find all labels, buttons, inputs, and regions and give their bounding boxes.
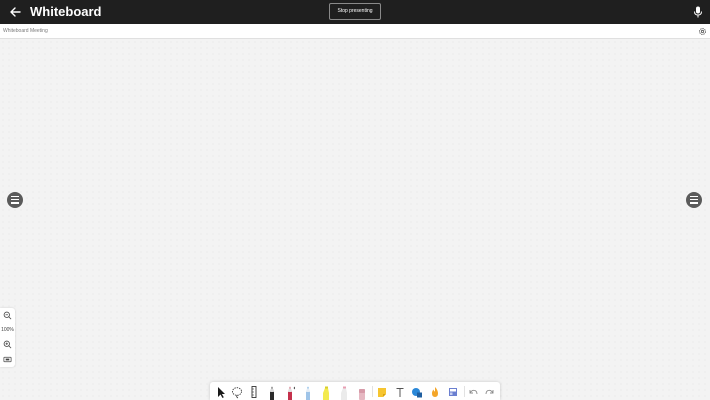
eraser-icon[interactable] bbox=[356, 385, 368, 400]
yellow-highlighter-icon[interactable] bbox=[320, 385, 332, 400]
toolbar-separator bbox=[372, 386, 373, 397]
select-tool-icon[interactable] bbox=[215, 385, 227, 400]
inking-toolbar bbox=[210, 382, 500, 400]
meeting-name: Whiteboard Meeting bbox=[3, 28, 48, 34]
reactions-icon[interactable] bbox=[429, 385, 441, 400]
whiteboard-canvas[interactable] bbox=[0, 39, 710, 400]
black-pen-icon[interactable] bbox=[266, 385, 278, 400]
templates-icon[interactable] bbox=[447, 385, 459, 400]
hamburger-menu-icon bbox=[11, 196, 19, 204]
text-tool-icon[interactable] bbox=[394, 385, 406, 400]
zoom-out-icon[interactable] bbox=[3, 311, 12, 320]
pink-highlighter-icon[interactable] bbox=[338, 385, 350, 400]
microphone-icon[interactable] bbox=[693, 6, 703, 18]
red-pen-icon[interactable] bbox=[284, 385, 296, 400]
stop-presenting-button[interactable]: Stop presenting bbox=[329, 3, 381, 20]
blue-pen-icon[interactable] bbox=[302, 385, 314, 400]
meeting-bar: Whiteboard Meeting bbox=[0, 24, 710, 39]
ruler-icon[interactable] bbox=[248, 385, 260, 400]
toolbar-separator bbox=[464, 386, 465, 397]
left-side-menu-button[interactable] bbox=[7, 192, 23, 208]
redo-icon[interactable] bbox=[484, 385, 496, 400]
right-side-menu-button[interactable] bbox=[686, 192, 702, 208]
fit-to-screen-icon[interactable] bbox=[3, 355, 12, 364]
back-arrow-icon[interactable] bbox=[8, 5, 22, 19]
shapes-icon[interactable] bbox=[411, 385, 423, 400]
app-title: Whiteboard bbox=[30, 4, 102, 19]
gear-icon[interactable] bbox=[698, 27, 707, 36]
zoom-in-icon[interactable] bbox=[3, 340, 12, 349]
zoom-level: 100% bbox=[1, 327, 14, 333]
zoom-panel: 100% bbox=[0, 308, 15, 367]
undo-icon[interactable] bbox=[467, 385, 479, 400]
lasso-select-icon[interactable] bbox=[231, 385, 243, 400]
sticky-note-icon[interactable] bbox=[376, 385, 388, 400]
hamburger-menu-icon bbox=[690, 196, 698, 204]
top-bar: Whiteboard Stop presenting bbox=[0, 0, 710, 24]
